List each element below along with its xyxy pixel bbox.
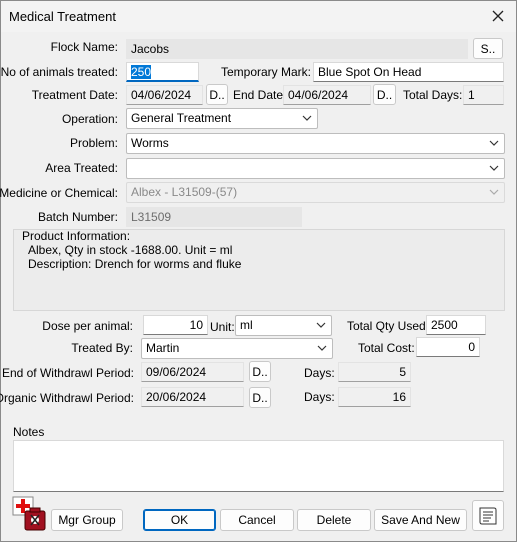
area-treated-select[interactable]	[126, 158, 505, 179]
medical-kit-icon[interactable]	[12, 496, 48, 532]
product-stock-info: Albex, Qty in stock -1688.00. Unit = ml	[28, 243, 233, 257]
product-information-label: Product Information:	[22, 229, 131, 243]
withdrawal-days-field: 5	[338, 362, 411, 382]
problem-select[interactable]: Worms	[126, 133, 505, 154]
delete-button[interactable]: Delete	[297, 509, 371, 531]
temporary-mark-label: Temporary Mark:	[220, 65, 311, 79]
withdrawal-days-label: Days:	[304, 366, 335, 380]
dose-per-animal-label: Dose per animal:	[42, 319, 133, 333]
medicine-value: Albex - L31509-(57)	[131, 185, 238, 199]
report-icon	[479, 507, 497, 524]
chevron-down-icon	[489, 189, 499, 195]
unit-value: ml	[240, 318, 253, 332]
animals-treated-value: 250	[131, 65, 152, 79]
notes-textarea[interactable]	[13, 440, 504, 492]
chevron-down-icon	[489, 165, 499, 171]
total-qty-used-label: Total Qty Used:	[347, 319, 430, 333]
treatment-date-picker-button[interactable]: D..	[206, 84, 228, 105]
chevron-down-icon	[317, 345, 327, 351]
window-title: Medical Treatment	[9, 9, 116, 24]
total-days-label: Total Days:	[403, 88, 463, 102]
product-description: Description: Drench for worms and fluke	[28, 257, 242, 271]
animals-treated-label: No of animals treated:	[0, 65, 118, 79]
medical-treatment-window: Medical Treatment Flock Name: Jacobs S..…	[0, 0, 517, 542]
total-cost-label: Total Cost:	[358, 341, 415, 355]
mgr-group-button[interactable]: Mgr Group	[51, 509, 123, 531]
flock-name-field: Jacobs	[126, 39, 468, 59]
flock-search-button[interactable]: S..	[473, 38, 503, 59]
product-information-panel: Product Information: Albex, Qty in stock…	[13, 229, 505, 311]
total-qty-used-input[interactable]: 2500	[426, 315, 486, 335]
treated-by-value: Martin	[146, 341, 180, 355]
treated-by-select[interactable]: Martin	[141, 338, 333, 359]
organic-withdrawal-days-label: Days:	[304, 390, 335, 404]
medicine-label: Medicine or Chemical:	[0, 186, 118, 200]
treated-by-label: Treated By:	[71, 341, 133, 355]
area-treated-label: Area Treated:	[45, 161, 118, 175]
end-of-withdrawal-field[interactable]: 09/06/2024	[141, 362, 244, 382]
close-icon[interactable]	[486, 5, 510, 27]
save-and-new-button[interactable]: Save And New	[374, 509, 467, 531]
withdrawal-date-picker-button[interactable]: D..	[249, 361, 271, 382]
organic-withdrawal-field[interactable]: 20/06/2024	[141, 387, 244, 407]
unit-select[interactable]: ml	[235, 315, 332, 336]
cancel-button[interactable]: Cancel	[220, 509, 294, 531]
operation-value: General Treatment	[131, 111, 232, 125]
end-date-field[interactable]: 04/06/2024	[283, 85, 371, 105]
chevron-down-icon	[316, 322, 326, 328]
flock-name-label: Flock Name:	[50, 40, 118, 54]
problem-label: Problem:	[69, 136, 118, 150]
animals-treated-input[interactable]: 250	[126, 62, 199, 82]
end-date-label: End Date:	[233, 88, 287, 102]
report-button[interactable]	[472, 500, 504, 531]
end-of-withdrawal-label: End of Withdrawl Period:	[1, 366, 134, 380]
chevron-down-icon	[489, 140, 499, 146]
chevron-down-icon	[302, 115, 312, 121]
batch-number-label: Batch Number:	[37, 210, 118, 224]
end-date-picker-button[interactable]: D..	[373, 84, 396, 105]
medicine-select: Albex - L31509-(57)	[126, 182, 505, 203]
title-bar: Medical Treatment	[1, 1, 516, 32]
dose-per-animal-input[interactable]: 10	[143, 315, 208, 335]
total-cost-input[interactable]: 0	[416, 337, 480, 357]
organic-withdrawal-date-picker-button[interactable]: D..	[249, 387, 271, 408]
organic-withdrawal-label: Organic Withdrawl Period:	[0, 391, 134, 405]
batch-number-field: L31509	[126, 207, 302, 227]
operation-select[interactable]: General Treatment	[126, 108, 318, 129]
unit-label: Unit:	[210, 320, 235, 334]
treatment-date-field[interactable]: 04/06/2024	[126, 85, 203, 105]
temporary-mark-input[interactable]: Blue Spot On Head	[313, 62, 504, 82]
notes-label: Notes	[13, 425, 45, 439]
total-days-field: 1	[463, 85, 504, 105]
problem-value: Worms	[131, 136, 169, 150]
organic-withdrawal-days-field: 16	[338, 387, 411, 407]
ok-button[interactable]: OK	[143, 509, 216, 531]
treatment-date-label: Treatment Date:	[31, 88, 118, 102]
operation-label: Operation:	[61, 112, 118, 126]
